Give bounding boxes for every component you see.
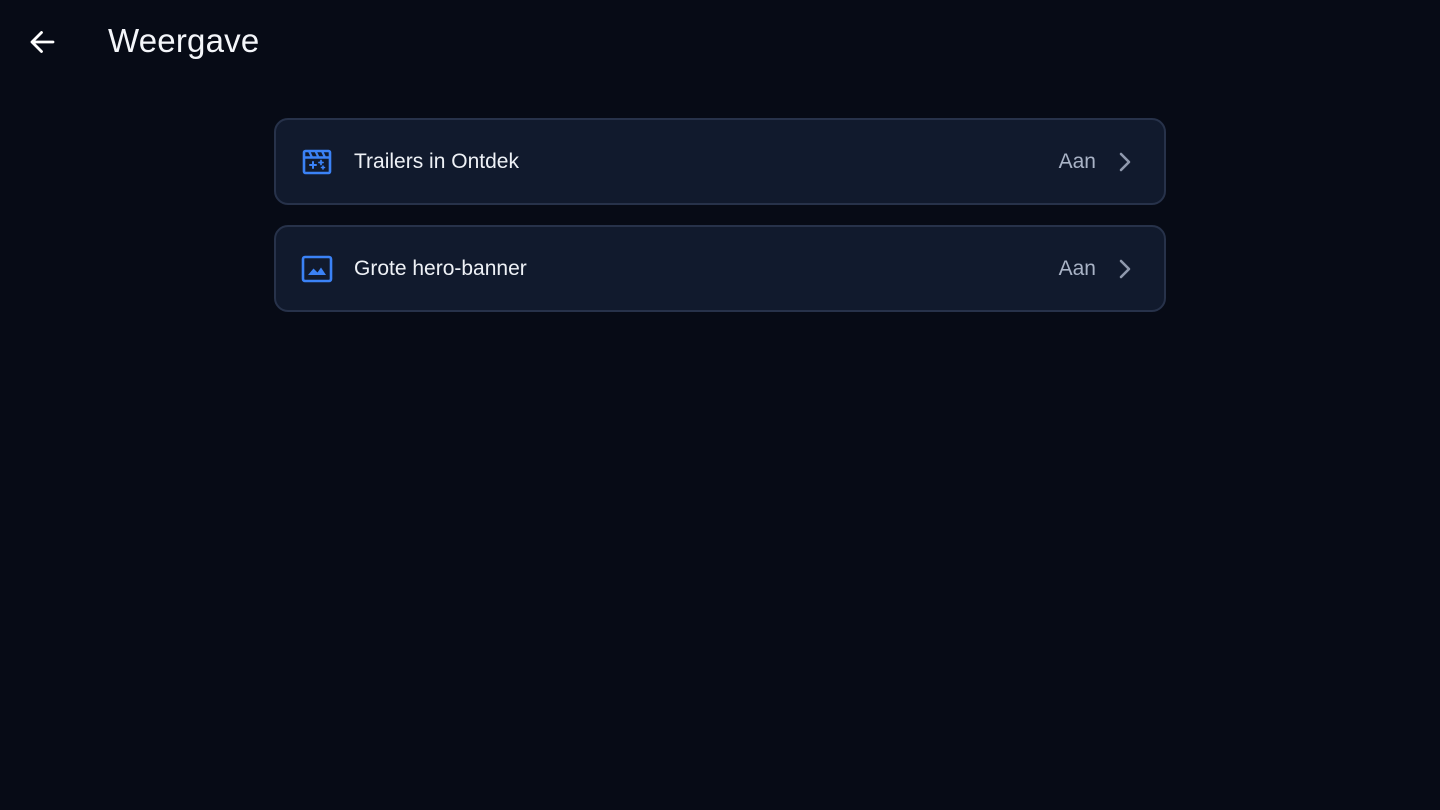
back-button[interactable]	[22, 22, 62, 62]
chevron-right-icon	[1119, 152, 1131, 172]
settings-list: Trailers in Ontdek Aan Grote hero-banner…	[274, 118, 1166, 332]
setting-value: Aan	[1058, 257, 1096, 280]
page-title: Weergave	[108, 22, 260, 59]
arrow-left-icon	[30, 31, 55, 53]
movie-clapper-icon	[301, 147, 333, 177]
setting-row-hero-banner[interactable]: Grote hero-banner Aan	[274, 225, 1166, 312]
setting-row-trailers[interactable]: Trailers in Ontdek Aan	[274, 118, 1166, 205]
chevron-right-icon	[1119, 259, 1131, 279]
setting-label: Trailers in Ontdek	[354, 150, 519, 173]
setting-value: Aan	[1058, 150, 1096, 173]
setting-label: Grote hero-banner	[354, 257, 527, 280]
top-bar: Weergave	[0, 0, 1440, 84]
image-icon	[301, 254, 333, 284]
